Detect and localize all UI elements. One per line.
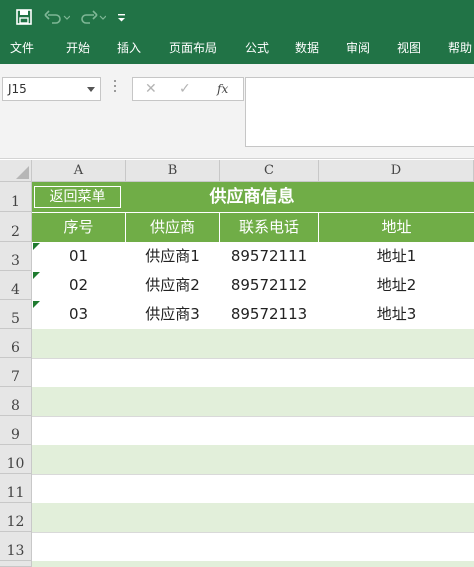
row-header-13[interactable]: 13: [0, 532, 32, 561]
empty-row-13: [32, 532, 474, 561]
tab-help[interactable]: 帮助: [448, 36, 472, 60]
empty-row-12: [32, 503, 474, 532]
row-header-6[interactable]: 6: [0, 329, 32, 358]
empty-row-10: [32, 445, 474, 474]
name-box-value: J15: [8, 82, 27, 96]
gridline: [32, 416, 474, 417]
formula-bar-area: J15 ✕ ✓ fx: [0, 64, 474, 159]
redo-icon[interactable]: [80, 7, 106, 27]
header-cell-supplier[interactable]: 供应商: [126, 212, 219, 242]
row-header-14[interactable]: [0, 561, 32, 567]
name-box[interactable]: J15: [2, 77, 101, 101]
tab-file[interactable]: 文件: [10, 36, 34, 60]
formula-input[interactable]: [245, 77, 474, 147]
gridline: [32, 358, 474, 359]
table-cell[interactable]: 03: [32, 300, 125, 329]
row-header-2[interactable]: 2: [0, 212, 32, 242]
empty-row-9: [32, 416, 474, 445]
row-header-8[interactable]: 8: [0, 387, 32, 416]
back-to-menu-button[interactable]: 返回菜单: [34, 186, 121, 208]
row-header-9[interactable]: 9: [0, 416, 32, 445]
insert-function-icon[interactable]: fx: [217, 78, 228, 100]
row-header-12[interactable]: 12: [0, 503, 32, 532]
drag-handle-icon[interactable]: [114, 80, 117, 94]
formula-buttons: ✕ ✓ fx: [132, 77, 244, 101]
header-cell-address[interactable]: 地址: [319, 212, 474, 242]
column-header-a[interactable]: A: [32, 160, 126, 182]
table-cell[interactable]: 地址1: [319, 242, 474, 271]
column-header-d[interactable]: D: [319, 160, 474, 182]
table-cell[interactable]: 供应商3: [126, 300, 219, 329]
row-header-3[interactable]: 3: [0, 242, 32, 271]
tab-insert[interactable]: 插入: [117, 36, 141, 60]
undo-icon[interactable]: [44, 7, 70, 27]
select-all-button[interactable]: [0, 160, 32, 182]
empty-row-11: [32, 474, 474, 503]
header-cell-seq[interactable]: 序号: [32, 212, 125, 242]
tab-home[interactable]: 开始: [66, 36, 90, 60]
column-header-c[interactable]: C: [220, 160, 319, 182]
table-cell[interactable]: 89572112: [220, 271, 318, 300]
table-cell[interactable]: 供应商1: [126, 242, 219, 271]
gridline: [32, 474, 474, 475]
table-cell[interactable]: 供应商2: [126, 271, 219, 300]
tab-review[interactable]: 审阅: [346, 36, 370, 60]
tab-page-layout[interactable]: 页面布局: [169, 36, 217, 60]
customize-icon[interactable]: [117, 7, 127, 27]
row-header-4[interactable]: 4: [0, 271, 32, 300]
row-header-7[interactable]: 7: [0, 358, 32, 387]
cancel-icon[interactable]: ✕: [145, 78, 157, 100]
empty-row-6: [32, 329, 474, 358]
row-header-11[interactable]: 11: [0, 474, 32, 503]
table-cell[interactable]: 89572111: [220, 242, 318, 271]
header-cell-phone[interactable]: 联系电话: [220, 212, 318, 242]
chevron-down-icon[interactable]: [87, 87, 95, 92]
save-icon[interactable]: [16, 7, 32, 27]
gridline: [32, 532, 474, 533]
empty-row-14: [32, 561, 474, 567]
table-cell[interactable]: 地址2: [319, 271, 474, 300]
table-cell[interactable]: 地址3: [319, 300, 474, 329]
tab-formulas[interactable]: 公式: [245, 36, 269, 60]
table-cell[interactable]: 01: [32, 242, 125, 271]
column-header-b[interactable]: B: [126, 160, 220, 182]
title-bar: [0, 0, 474, 36]
sheet-title: 供应商信息: [209, 187, 295, 207]
empty-row-8: [32, 387, 474, 416]
row-header-10[interactable]: 10: [0, 445, 32, 474]
row-header-1[interactable]: 1: [0, 182, 32, 212]
tab-data[interactable]: 数据: [295, 36, 319, 60]
table-cell[interactable]: 02: [32, 271, 125, 300]
row-header-5[interactable]: 5: [0, 300, 32, 329]
table-cell[interactable]: 89572113: [220, 300, 318, 329]
ribbon-tabs: 文件 开始 插入 页面布局 公式 数据 审阅 视图 帮助: [0, 36, 474, 64]
enter-icon[interactable]: ✓: [179, 78, 191, 100]
tab-view[interactable]: 视图: [397, 36, 421, 60]
empty-row-7: [32, 358, 474, 387]
